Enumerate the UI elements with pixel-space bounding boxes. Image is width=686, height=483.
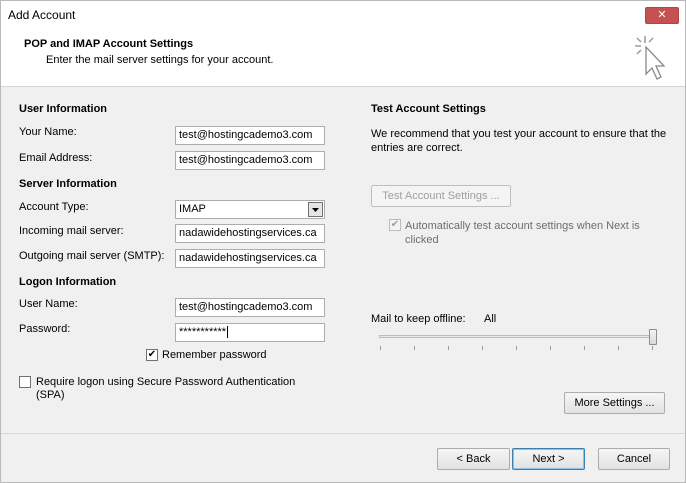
outgoing-server-field[interactable]: nadawidehostingservices.ca	[175, 249, 325, 268]
add-account-dialog: Add Account ✕ POP and IMAP Account Setti…	[0, 0, 686, 483]
your-name-field[interactable]: test@hostingcademo3.com	[175, 126, 325, 145]
offline-slider-track[interactable]	[379, 335, 657, 338]
user-information-heading: User Information	[19, 103, 108, 115]
your-name-label: Your Name:	[19, 126, 77, 138]
incoming-server-field[interactable]: nadawidehostingservices.ca	[175, 224, 325, 243]
incoming-server-label: Incoming mail server:	[19, 225, 124, 237]
back-button[interactable]: < Back	[437, 448, 510, 470]
slider-tick	[550, 346, 551, 350]
test-account-settings-heading: Test Account Settings	[371, 103, 486, 115]
page-title: POP and IMAP Account Settings	[24, 38, 194, 50]
cancel-button[interactable]: Cancel	[598, 448, 670, 470]
test-account-settings-button[interactable]: Test Account Settings ...	[371, 185, 511, 207]
remember-password-checkbox[interactable]: ✔	[146, 349, 158, 361]
spa-label: Require logon using Secure Password Auth…	[36, 376, 296, 401]
mail-offline-value: All	[484, 313, 497, 325]
dropdown-arrow-icon[interactable]	[308, 202, 323, 217]
next-button[interactable]: Next >	[512, 448, 585, 470]
password-field[interactable]: ***********	[175, 323, 325, 342]
auto-test-label: Automatically test account settings when…	[405, 220, 640, 246]
title-bar: Add Account ✕	[1, 1, 685, 29]
outgoing-server-label: Outgoing mail server (SMTP):	[19, 250, 165, 262]
slider-tick	[618, 346, 619, 350]
more-settings-button[interactable]: More Settings ...	[564, 392, 665, 414]
account-type-label: Account Type:	[19, 201, 89, 213]
logon-information-heading: Logon Information	[19, 276, 117, 288]
slider-tick	[516, 346, 517, 350]
close-button[interactable]: ✕	[645, 7, 679, 24]
slider-tick	[584, 346, 585, 350]
slider-tick	[448, 346, 449, 350]
checkmark-icon: ✔	[147, 349, 157, 360]
cursor-click-icon	[635, 36, 666, 80]
email-address-field[interactable]: test@hostingcademo3.com	[175, 151, 325, 170]
remember-password-label: Remember password	[162, 349, 267, 361]
server-information-heading: Server Information	[19, 178, 117, 190]
dialog-header: POP and IMAP Account Settings Enter the …	[1, 29, 685, 87]
password-mask: ***********	[179, 326, 227, 338]
offline-slider-thumb[interactable]	[649, 329, 657, 345]
footer-divider	[1, 433, 685, 434]
page-subtitle: Enter the mail server settings for your …	[46, 54, 274, 66]
slider-tick	[482, 346, 483, 350]
text-caret	[227, 326, 229, 339]
spa-checkbox[interactable]	[19, 376, 31, 388]
test-description: We recommend that you test your account …	[371, 128, 667, 154]
email-address-label: Email Address:	[19, 152, 93, 164]
password-label: Password:	[19, 323, 71, 335]
window-title: Add Account	[8, 8, 76, 22]
mail-offline-label: Mail to keep offline:	[371, 313, 466, 325]
user-name-field[interactable]: test@hostingcademo3.com	[175, 298, 325, 317]
user-name-label: User Name:	[19, 298, 78, 310]
slider-tick	[652, 346, 653, 350]
account-type-select[interactable]: IMAP	[175, 200, 325, 219]
slider-tick	[380, 346, 381, 350]
auto-test-checkbox[interactable]: ✔	[389, 219, 401, 231]
account-type-value: IMAP	[179, 203, 206, 215]
slider-tick	[414, 346, 415, 350]
checkmark-icon: ✔	[390, 219, 400, 230]
